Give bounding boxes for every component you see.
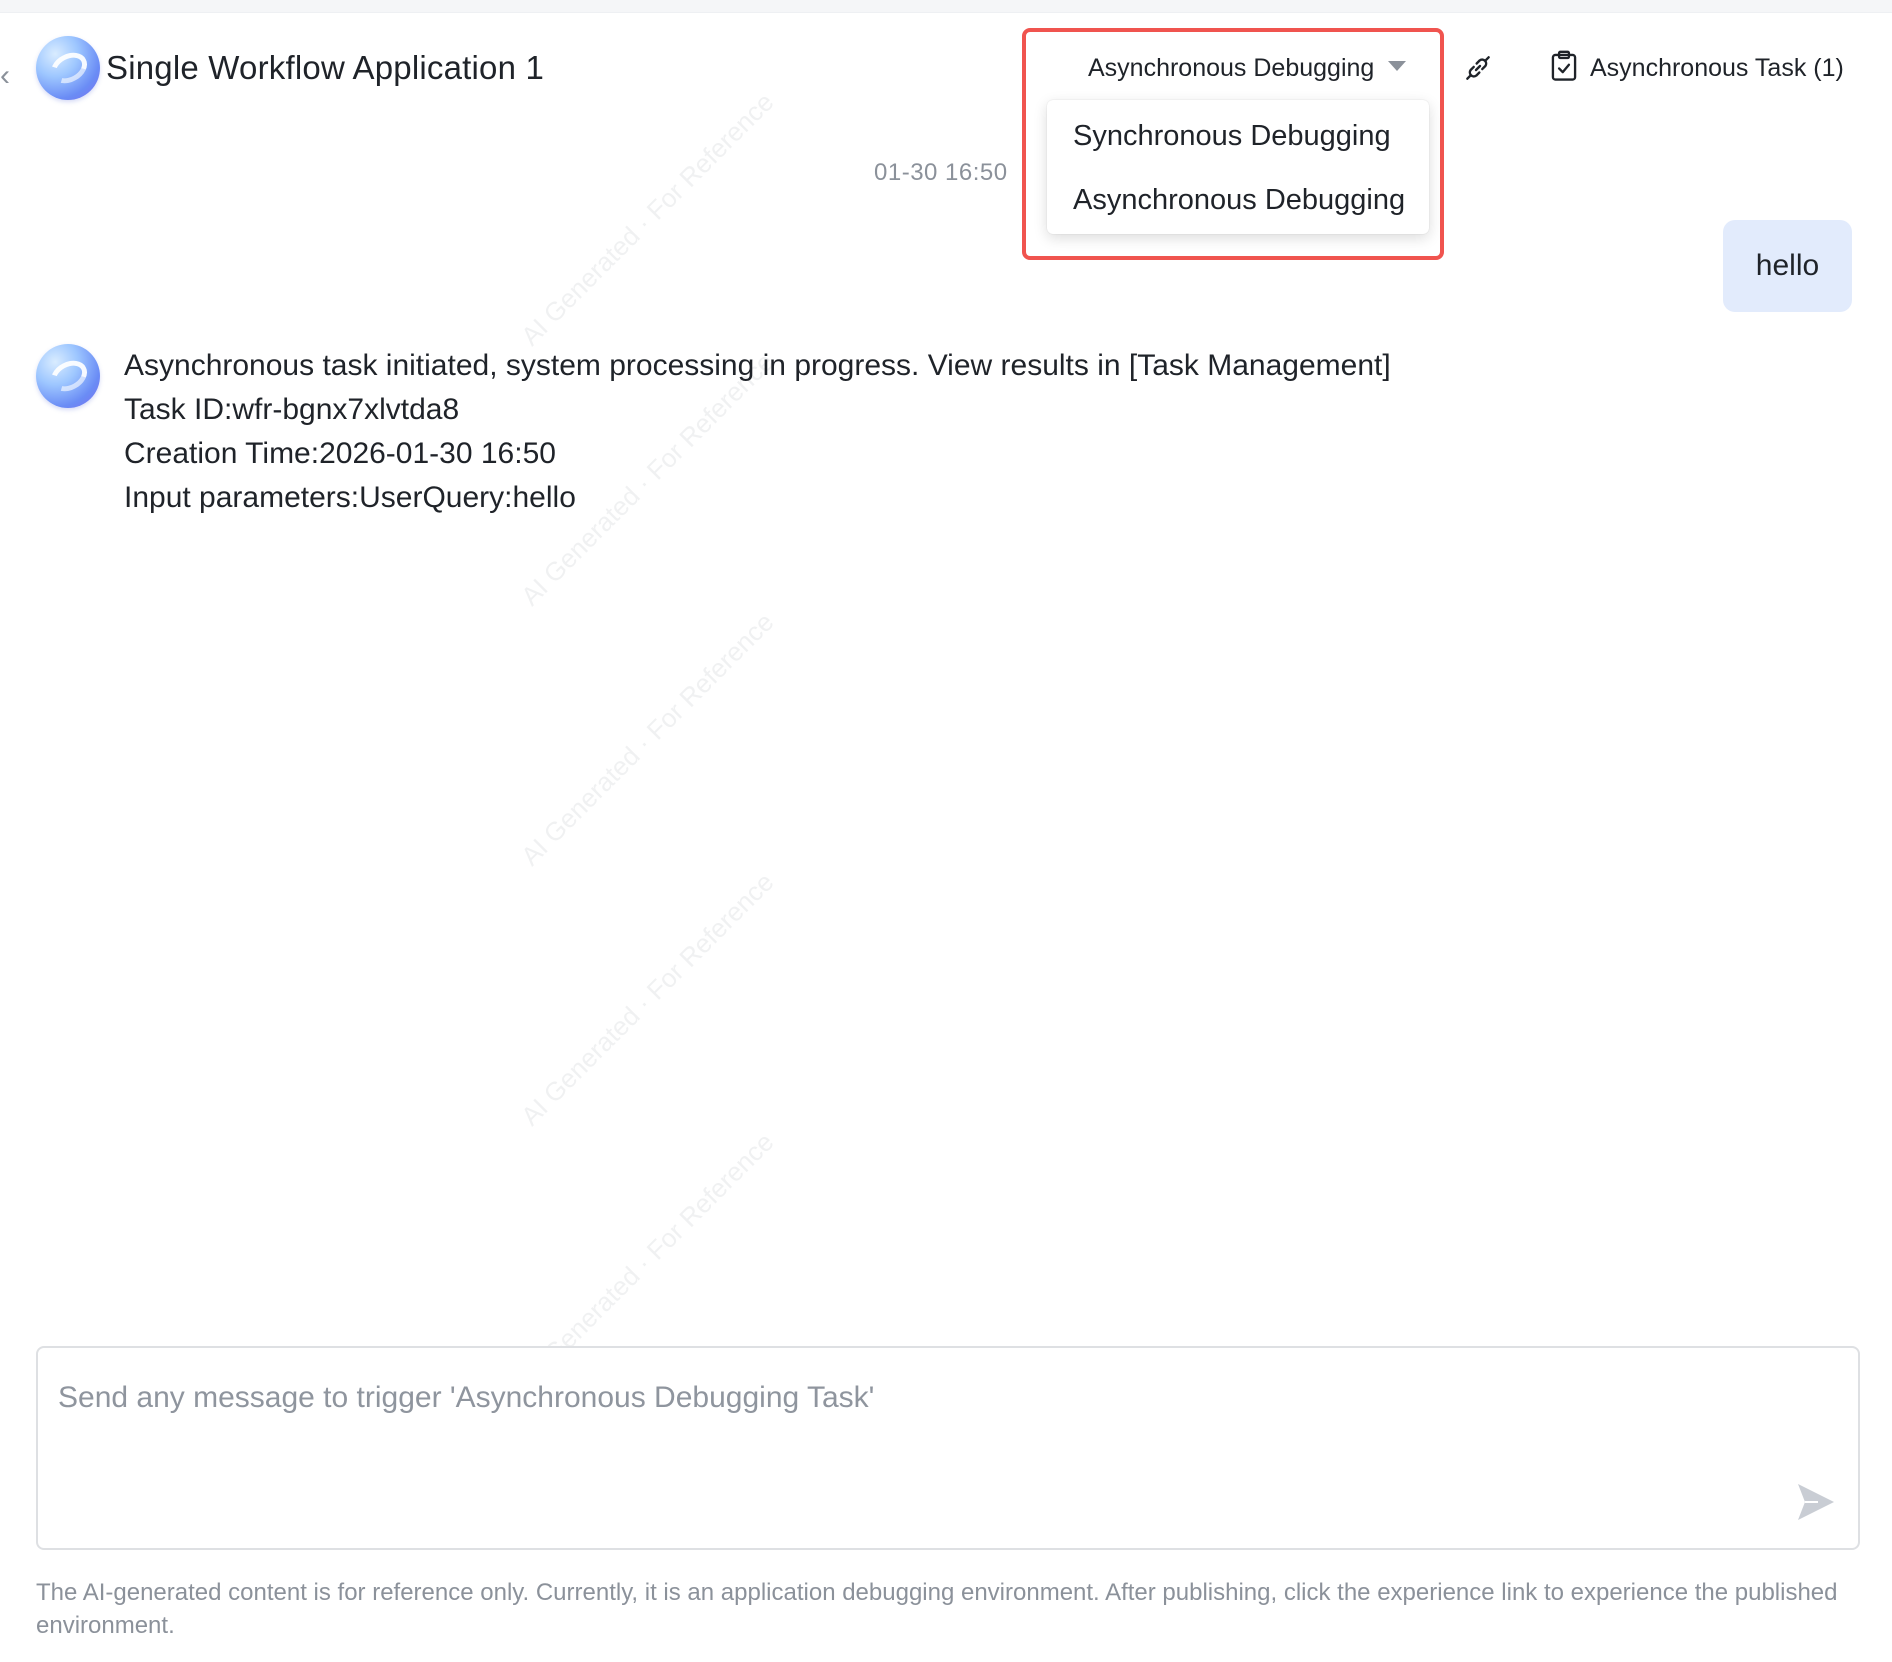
bot-message: Asynchronous task initiated, system proc… (124, 344, 1391, 520)
app-title: Single Workflow Application 1 (106, 49, 545, 86)
debug-mode-menu: Synchronous Debugging Asynchronous Debug… (1047, 100, 1429, 234)
clipboard-check-icon (1550, 50, 1578, 82)
bot-message-creation-time: Creation Time:2026-01-30 16:50 (124, 437, 556, 470)
send-icon[interactable] (1794, 1480, 1838, 1524)
asynchronous-task-button[interactable]: Asynchronous Task (1) (1550, 48, 1844, 88)
user-message-bubble: hello (1723, 220, 1852, 312)
watermark: AI Generated · For Reference (515, 606, 780, 872)
app-logo-icon (36, 36, 100, 100)
menu-item-asynchronous-debugging[interactable]: Asynchronous Debugging (1073, 180, 1405, 220)
caret-down-icon (1388, 61, 1407, 72)
menu-item-synchronous-debugging[interactable]: Synchronous Debugging (1073, 116, 1391, 156)
asynchronous-task-label: Asynchronous Task (1) (1590, 54, 1844, 82)
watermark: AI Generated · For Reference (515, 866, 780, 1132)
bot-avatar (36, 344, 100, 408)
bot-message-task-id: Task ID:wfr-bgnx7xlvtda8 (124, 393, 460, 426)
message-timestamp: 01-30 16:50 (874, 159, 1008, 186)
bot-message-input-parameters: Input parameters:UserQuery:hello (124, 481, 576, 514)
ai-disclaimer: The AI-generated content is for referenc… (36, 1579, 1838, 1639)
link-icon[interactable] (1462, 52, 1494, 84)
top-strip (0, 0, 1892, 13)
message-composer (36, 1346, 1860, 1550)
message-input[interactable] (58, 1368, 1758, 1428)
bot-message-line: Asynchronous task initiated, system proc… (124, 349, 1391, 382)
debug-chat-page: AI Generated · For Reference AI Generate… (0, 0, 1892, 1662)
watermark: AI Generated · For Reference (515, 86, 780, 352)
chevron-left-icon[interactable]: ‹ (0, 58, 14, 94)
debug-mode-dropdown[interactable]: Asynchronous Debugging (1088, 48, 1407, 88)
debug-mode-selected-label: Asynchronous Debugging (1088, 54, 1375, 82)
